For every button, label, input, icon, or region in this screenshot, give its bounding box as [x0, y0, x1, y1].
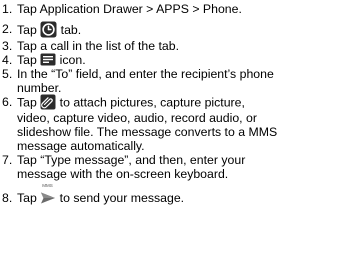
step-2: 2. Tap tab.	[2, 21, 360, 39]
step-text-pre: Tap	[17, 191, 37, 206]
step-text-line-4: message automatically.	[17, 139, 145, 154]
clock-icon	[40, 21, 57, 38]
step-text-line-2: video, capture video, audio, record audi…	[17, 111, 257, 126]
step-number: 4.	[2, 53, 13, 67]
step-8: 8. Tap MMS to send your message.	[2, 183, 360, 206]
step-number: 1.	[2, 2, 13, 16]
attach-icon	[40, 94, 56, 110]
step-text-line-2: message with the on-screen keyboard.	[17, 167, 229, 182]
step-3: 3. Tap a call in the list of the tab.	[2, 39, 360, 53]
step-text-pre: Tap	[17, 53, 37, 67]
step-text-post: to send your message.	[59, 191, 185, 206]
step-text: Tap a call in the list of the tab.	[17, 39, 180, 53]
step-text-pre: Tap	[17, 95, 37, 110]
instruction-list: 1. Tap Application Drawer > APPS > Phone…	[2, 2, 360, 205]
step-number: 3.	[2, 39, 13, 53]
step-text-pre: Tap	[17, 22, 37, 37]
step-text: Tap Application Drawer > APPS > Phone.	[17, 2, 242, 16]
step-number: 7.	[2, 153, 13, 168]
step-text-line-1: Tap “Type message”, and then, enter your	[17, 153, 246, 168]
message-icon	[40, 53, 56, 66]
step-number: 6.	[2, 95, 13, 110]
step-number: 5.	[2, 67, 13, 82]
step-4: 4. Tap icon.	[2, 53, 360, 67]
step-text-post: tab.	[60, 22, 82, 37]
step-text-post: icon.	[59, 53, 86, 67]
step-1: 1. Tap Application Drawer > APPS > Phone…	[2, 2, 360, 16]
step-text-post: to attach pictures, capture picture,	[59, 95, 245, 110]
step-5: 5. In the “To” field, and enter the reci…	[2, 67, 360, 95]
send-mms-icon: MMS	[40, 183, 56, 204]
step-number: 8.	[2, 191, 13, 206]
step-6: 6. Tap to attach pictures, capture pictu…	[2, 94, 360, 154]
step-number: 2.	[2, 22, 13, 36]
step-text-line-3: slideshow file. The message converts to …	[17, 125, 278, 140]
mms-icon-label: MMS	[42, 183, 53, 188]
step-text-line-2: number.	[17, 81, 62, 96]
step-7: 7. Tap “Type message”, and then, enter y…	[2, 153, 360, 181]
send-icon	[41, 192, 56, 204]
step-text-line-1: In the “To” field, and enter the recipie…	[17, 67, 274, 82]
